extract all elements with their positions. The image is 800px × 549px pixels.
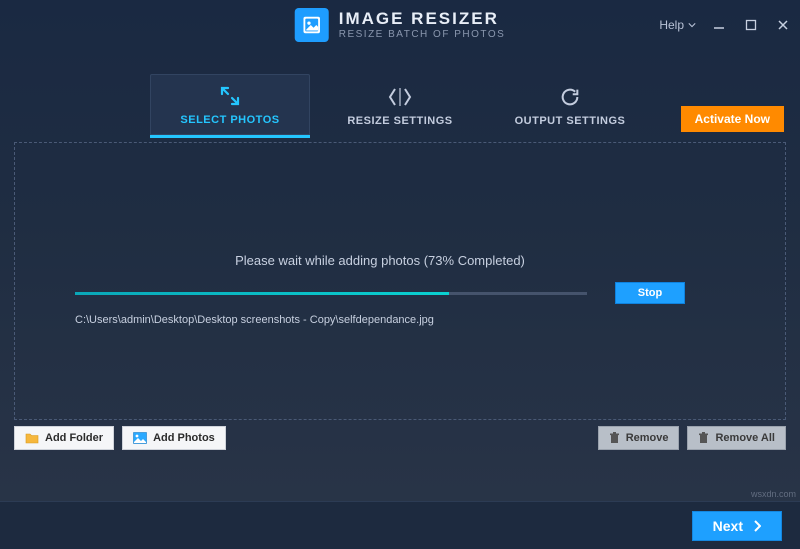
titlebar: IMAGE RESIZER RESIZE BATCH OF PHOTOS Hel… [0, 0, 800, 50]
maximize-button[interactable] [742, 16, 760, 34]
drop-area: Please wait while adding photos (73% Com… [14, 142, 786, 420]
progress-status-text: Please wait while adding photos (73% Com… [75, 253, 685, 268]
tab-output-settings[interactable]: OUTPUT SETTINGS [490, 74, 650, 138]
tab-resize-settings[interactable]: RESIZE SETTINGS [320, 74, 480, 138]
stop-button[interactable]: Stop [615, 282, 685, 304]
add-photos-button[interactable]: Add Photos [122, 426, 226, 450]
button-label: Add Folder [45, 432, 103, 444]
tab-label: RESIZE SETTINGS [347, 115, 452, 127]
button-label: Remove All [715, 432, 775, 444]
add-folder-button[interactable]: Add Folder [14, 426, 114, 450]
app-brand: IMAGE RESIZER RESIZE BATCH OF PHOTOS [295, 8, 506, 42]
window-controls: Help [659, 16, 792, 34]
remove-all-button[interactable]: Remove All [687, 426, 786, 450]
chevron-down-icon [688, 21, 696, 29]
action-button-row: Add Folder Add Photos Remove Remove All [14, 426, 786, 450]
resize-arrows-icon [387, 85, 413, 109]
trash-icon [609, 432, 620, 444]
minimize-button[interactable] [710, 16, 728, 34]
close-button[interactable] [774, 16, 792, 34]
help-label: Help [659, 18, 684, 32]
button-label: Remove [626, 432, 669, 444]
button-label: Next [713, 518, 743, 534]
watermark-text: wsxdn.com [751, 489, 796, 499]
progress-bar [75, 292, 587, 295]
button-label: Add Photos [153, 432, 215, 444]
expand-arrows-icon [218, 84, 242, 108]
current-file-path: C:\Users\admin\Desktop\Desktop screensho… [75, 314, 685, 326]
help-menu[interactable]: Help [659, 18, 696, 32]
footer: Next [0, 501, 800, 549]
next-button[interactable]: Next [692, 511, 782, 541]
tab-label: OUTPUT SETTINGS [515, 115, 626, 127]
refresh-icon [559, 85, 581, 109]
chevron-right-icon [753, 520, 761, 532]
remove-button[interactable]: Remove [598, 426, 680, 450]
image-icon [133, 432, 147, 444]
folder-icon [25, 432, 39, 444]
progress-panel: Please wait while adding photos (73% Com… [75, 253, 685, 326]
trash-icon [698, 432, 709, 444]
app-title: IMAGE RESIZER [339, 10, 506, 29]
app-logo-icon [295, 8, 329, 42]
tab-label: SELECT PHOTOS [180, 114, 279, 126]
activate-now-button[interactable]: Activate Now [681, 106, 784, 132]
app-subtitle: RESIZE BATCH OF PHOTOS [339, 29, 506, 40]
tab-select-photos[interactable]: SELECT PHOTOS [150, 74, 310, 138]
progress-fill [75, 292, 449, 295]
